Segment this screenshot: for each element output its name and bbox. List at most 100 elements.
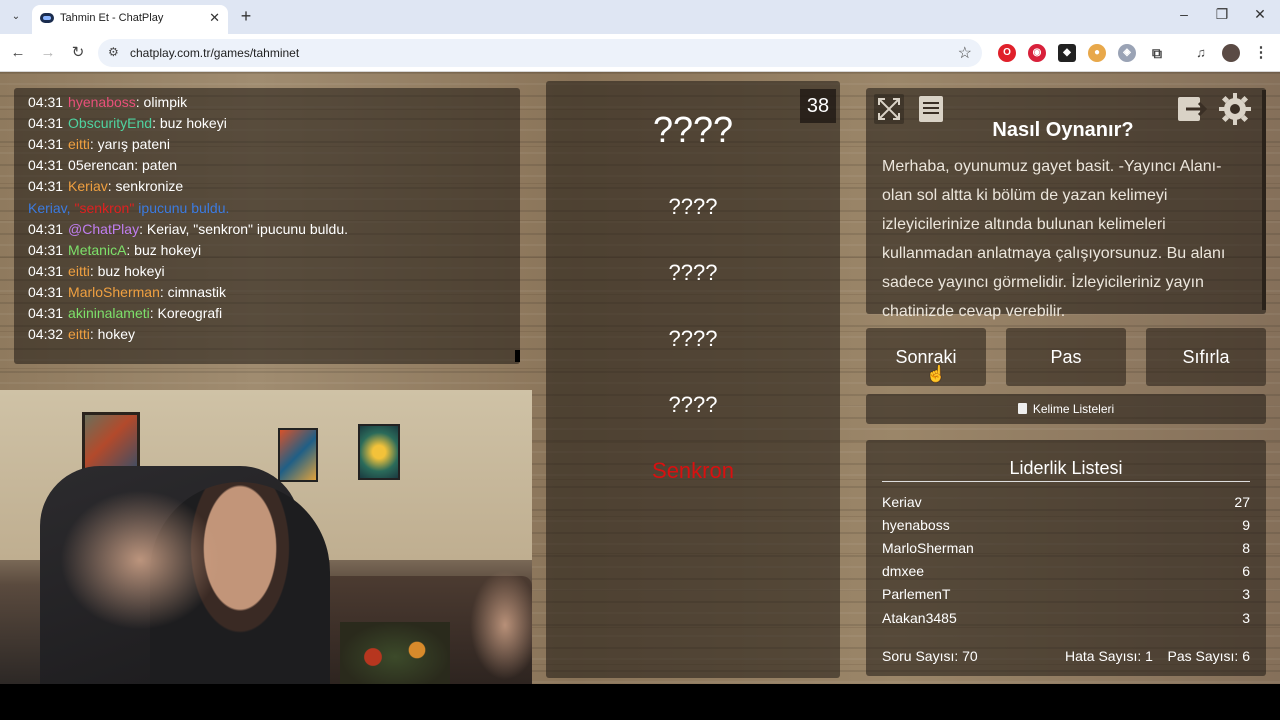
close-tab-icon[interactable]: ✕: [209, 10, 220, 26]
taskbar-strip: [0, 684, 1280, 720]
chat-text: : Keriav, "senkron" ipucunu buldu.: [139, 220, 348, 237]
chat-scrollbar[interactable]: [515, 350, 520, 362]
chat-username[interactable]: akininalameti: [68, 305, 150, 321]
leaderboard-name: dmxee: [882, 563, 925, 580]
word-lists-button[interactable]: Kelime Listeleri: [866, 394, 1266, 424]
leaderboard-row: Atakan3485 3: [882, 610, 1250, 626]
chat-username[interactable]: eitti: [68, 136, 90, 152]
leaderboard-divider: [882, 481, 1250, 482]
chat-message: Keriav, "senkron" ipucunu buldu.: [28, 200, 229, 216]
chat-timestamp: 04:31: [28, 115, 64, 132]
chat-username[interactable]: eitti: [68, 326, 90, 342]
chat-username[interactable]: MetanicA: [68, 242, 126, 258]
chat-message: 04:31 MarloSherman: cimnastik: [28, 284, 226, 300]
pass-button[interactable]: Pas: [1006, 328, 1126, 386]
chat-username[interactable]: 05erencan: [68, 157, 134, 173]
opera-extension-icon[interactable]: O: [998, 44, 1016, 62]
leaderboard-name: Atakan3485: [882, 609, 957, 626]
chat-text: : buz hokeyi: [126, 241, 202, 258]
word-lists-label: Kelime Listeleri: [1032, 402, 1115, 416]
word-panel: 38 ???? ???? ???? ???? ???? Senkron: [546, 81, 840, 678]
main-word: ????: [652, 109, 734, 150]
hidden-word: ????: [668, 194, 718, 219]
clipboard-icon: [1017, 403, 1027, 414]
leaderboard-row: dmxee 6: [882, 563, 1250, 579]
chat-message: 04:31 eitti: buz hokeyi: [28, 263, 165, 279]
pass-count: Pas Sayısı: 6: [1167, 648, 1250, 664]
back-button[interactable]: ←: [8, 43, 28, 63]
browser-tab-bar: ⌄ Tahmin Et - ChatPlay ✕ + – ❐ ✕: [0, 0, 1280, 34]
chat-text: : cimnastik: [159, 283, 226, 300]
chat-message: 04:32 eitti: hokey: [28, 326, 135, 342]
leaderboard-name: ParlemenT: [882, 586, 951, 603]
webcam-feed: [0, 390, 532, 684]
dark-extension-icon[interactable]: ◆: [1058, 44, 1076, 62]
chat-timestamp: 04:32: [28, 326, 64, 343]
chat-username[interactable]: ObscurityEnd: [68, 115, 152, 131]
leaderboard-score: 6: [1242, 563, 1250, 580]
chat-text: : hokey: [89, 326, 135, 343]
chat-timestamp: 04:31: [28, 241, 64, 258]
red-extension-icon[interactable]: ◉: [1028, 44, 1046, 62]
profile-avatar[interactable]: [1222, 44, 1240, 62]
media-control-icon[interactable]: ♫: [1192, 44, 1210, 62]
chat-timestamp: 04:31: [28, 283, 64, 300]
error-count: Hata Sayısı: 1: [1065, 648, 1153, 664]
chat-username[interactable]: @ChatPlay: [68, 221, 139, 237]
chat-text: : olimpik: [135, 94, 188, 110]
forward-button[interactable]: →: [38, 43, 58, 63]
gear-icon[interactable]: [1218, 92, 1252, 126]
leaderboard-score: 3: [1242, 609, 1250, 626]
leaderboard-row: Keriav 27: [882, 494, 1250, 510]
chatplay-favicon-icon: [40, 13, 54, 23]
chat-message: 04:31 Keriav: senkronize: [28, 178, 183, 194]
chat-text: : senkronize: [107, 178, 184, 195]
chat-message: 04:31 MetanicA: buz hokeyi: [28, 242, 201, 258]
tab-search-button[interactable]: ⌄: [6, 8, 26, 26]
hidden-word: ????: [668, 260, 718, 285]
wall-painting: [358, 424, 400, 480]
chat-username[interactable]: Keriav: [68, 178, 108, 194]
reset-button[interactable]: Sıfırla: [1146, 328, 1266, 386]
how-to-play-scrollbar[interactable]: [1262, 90, 1266, 310]
url-text[interactable]: chatplay.com.tr/games/tahminet: [130, 46, 299, 60]
wall-painting: [82, 412, 140, 474]
new-tab-button[interactable]: +: [236, 6, 256, 27]
leaderboard-row: MarloSherman 8: [882, 540, 1250, 556]
minimize-button[interactable]: –: [1174, 6, 1194, 22]
restore-button[interactable]: ❐: [1212, 6, 1232, 23]
chat-message: 04:31 akininalameti: Koreografi: [28, 305, 222, 321]
bookmark-star-icon[interactable]: ☆: [958, 43, 972, 63]
reload-button[interactable]: ↻: [68, 43, 88, 63]
how-to-play-panel: Nasıl Oynanır? Merhaba, oyunumuz gayet b…: [866, 88, 1266, 320]
leaderboard-score: 3: [1242, 586, 1250, 603]
browser-menu-icon[interactable]: ⋮: [1252, 44, 1270, 62]
close-window-button[interactable]: ✕: [1250, 6, 1270, 23]
leaderboard-score: 9: [1242, 517, 1250, 534]
chat-username[interactable]: MarloSherman: [68, 284, 160, 300]
shield-extension-icon[interactable]: ◈: [1118, 44, 1136, 62]
chat-message: 04:31 hyenaboss: olimpik: [28, 94, 187, 110]
omnibox[interactable]: ⚙ chatplay.com.tr/games/tahminet ☆: [98, 39, 982, 67]
chat-text: ipucunu buldu.: [138, 199, 230, 216]
chat-timestamp: 04:31: [28, 136, 64, 153]
chat-username[interactable]: Keriav,: [28, 200, 71, 216]
leaderboard-name: MarloSherman: [882, 540, 974, 557]
chat-message: 04:31 ObscurityEnd: buz hokeyi: [28, 115, 227, 131]
chat-username[interactable]: eitti: [68, 263, 90, 279]
leaderboard-title: Liderlik Listesi: [1009, 458, 1123, 478]
site-info-icon[interactable]: ⚙: [108, 45, 119, 59]
chat-timestamp: 04:31: [28, 220, 64, 237]
chat-username[interactable]: hyenaboss: [68, 94, 136, 110]
orange-extension-icon[interactable]: ●: [1088, 44, 1106, 62]
chat-timestamp: 04:31: [28, 178, 64, 195]
extensions-puzzle-icon[interactable]: ⧉: [1148, 44, 1166, 62]
hidden-word: ????: [668, 326, 718, 351]
chat-text: : Koreografi: [149, 305, 223, 321]
chat-highlight: "senkron": [74, 199, 135, 216]
chat-timestamp: 04:31: [28, 305, 64, 321]
active-tab[interactable]: Tahmin Et - ChatPlay ✕: [32, 5, 228, 34]
exit-icon[interactable]: [1174, 92, 1208, 126]
leaderboard-name: Keriav: [882, 494, 922, 510]
found-word: Senkron: [652, 458, 734, 483]
